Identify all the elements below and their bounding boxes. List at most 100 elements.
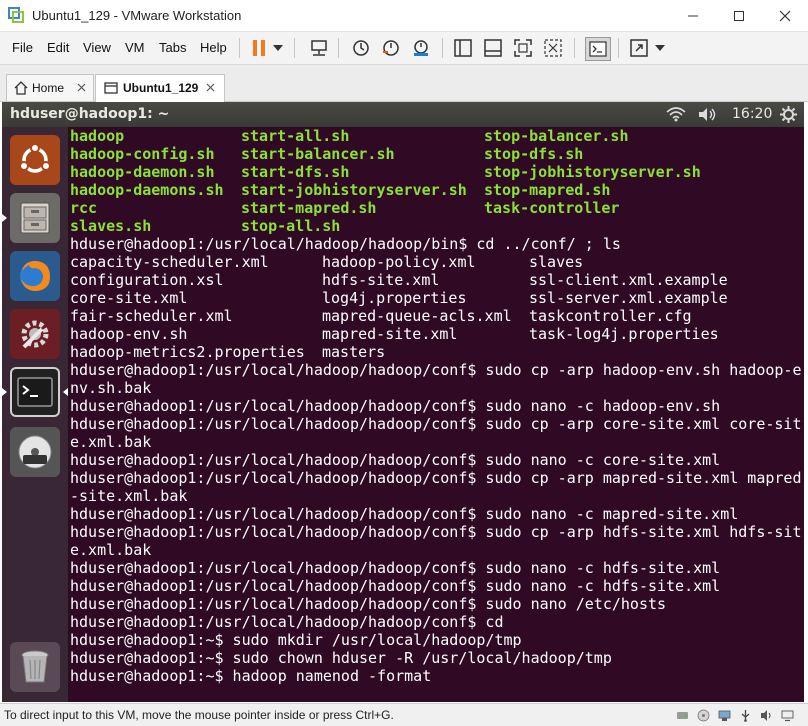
console-view-button[interactable] <box>585 37 611 61</box>
clock-icon <box>353 40 369 56</box>
launcher-running-indicator <box>2 214 7 222</box>
minimize-button[interactable] <box>670 0 716 31</box>
terminal-line: nv.sh.bak <box>70 379 152 397</box>
window-title: Ubuntu1_129 - VMware Workstation <box>32 8 242 23</box>
tab-home-label: Home <box>32 81 65 95</box>
toolbar-separator <box>574 38 575 58</box>
show-library-button[interactable] <box>452 37 474 59</box>
clock-time[interactable]: 16:20 <box>732 106 772 122</box>
terminal-line: hduser@hadoop1:/usr/local/hadoop/hadoop/… <box>70 505 739 523</box>
bin-file: stop-jobhistoryserver.sh <box>484 163 701 181</box>
menu-help[interactable]: Help <box>200 40 227 55</box>
terminal-line: hduser@hadoop1:/usr/local/hadoop/hadoop/… <box>70 577 721 595</box>
close-icon[interactable] <box>77 83 86 92</box>
conf-file: mapred-site.xml <box>322 325 458 343</box>
sound-card-icon[interactable] <box>760 709 773 722</box>
menu-view[interactable]: View <box>83 40 111 55</box>
conf-file: ssl-server.xml.example <box>529 289 728 307</box>
terminal-output[interactable]: hadoop start-all.sh stop-balancer.sh had… <box>70 127 804 702</box>
gear-icon[interactable] <box>780 106 797 123</box>
full-screen-button[interactable] <box>512 37 534 59</box>
bottom-panel-icon <box>484 39 502 57</box>
launcher-dvd-button[interactable] <box>10 427 60 477</box>
vm-display[interactable]: hduser@hadoop1: ~ 16:20 hadoop start-all… <box>2 102 804 702</box>
bin-file: stop-all.sh <box>241 217 341 235</box>
snapshot-button[interactable] <box>350 37 372 59</box>
menu-edit[interactable]: Edit <box>47 40 69 55</box>
bin-file: slaves.sh <box>70 217 152 235</box>
usb-device-icon[interactable] <box>739 709 752 722</box>
launcher-running-indicator <box>2 388 7 396</box>
conf-file: hadoop-env.sh <box>70 325 188 343</box>
menu-vm[interactable]: VM <box>125 40 145 55</box>
conf-file: ssl-client.xml.example <box>529 271 728 289</box>
menu-file[interactable]: File <box>12 40 33 55</box>
unity-button[interactable] <box>542 37 564 59</box>
console-icon <box>589 41 607 57</box>
stretch-guest-button[interactable] <box>628 37 650 59</box>
send-ctrl-alt-del-button[interactable] <box>308 37 330 59</box>
terminal-line: hduser@hadoop1:/usr/local/hadoop/hadoop/… <box>70 361 802 379</box>
dvd-icon <box>18 435 52 469</box>
launcher-trash-button[interactable] <box>10 642 60 692</box>
network-adapter-icon[interactable] <box>718 709 731 722</box>
show-thumbnail-bar-button[interactable] <box>482 37 504 59</box>
snapshot-manager-button[interactable] <box>410 37 432 59</box>
stretch-dropdown[interactable] <box>652 37 668 59</box>
home-icon <box>14 81 28 95</box>
tab-vm[interactable]: Ubuntu1_129 <box>95 74 225 102</box>
conf-file: hadoop-policy.xml <box>322 253 476 271</box>
menu-tabs[interactable]: Tabs <box>159 40 186 55</box>
ubuntu-logo-icon <box>19 143 51 173</box>
file-cabinet-icon <box>20 202 50 234</box>
terminal-line: hduser@hadoop1:~$ sudo chown hduser -R /… <box>70 649 612 667</box>
tab-home[interactable]: Home <box>6 74 94 101</box>
toolbar-separator <box>294 38 295 58</box>
maximize-button[interactable] <box>716 0 762 31</box>
minimize-icon <box>688 15 698 16</box>
terminal-line: hduser@hadoop1:/usr/local/hadoop/hadoop/… <box>70 397 721 415</box>
launcher-firefox-button[interactable] <box>10 251 60 301</box>
revert-snapshot-button[interactable] <box>380 37 402 59</box>
bin-file: hadoop-config.sh <box>70 145 215 163</box>
power-dropdown[interactable] <box>270 37 286 59</box>
conf-file: configuration.xsl <box>70 271 224 289</box>
stretch-icon <box>630 39 648 57</box>
conf-file: hadoop-metrics2.properties <box>70 343 305 361</box>
ubuntu-top-panel: hduser@hadoop1: ~ 16:20 <box>2 102 804 127</box>
launcher-files-button[interactable] <box>10 193 60 243</box>
conf-file: capacity-scheduler.xml <box>70 253 269 271</box>
volume-icon[interactable] <box>698 107 718 122</box>
suspend-button[interactable] <box>248 37 270 59</box>
cd-drive-icon[interactable] <box>697 709 710 722</box>
launcher-dash-button[interactable] <box>10 135 60 185</box>
terminal-line: e.xml.bak <box>70 433 152 451</box>
launcher-settings-button[interactable] <box>10 309 60 359</box>
wifi-icon[interactable] <box>666 107 686 122</box>
window-title-bar: Ubuntu1_129 - VMware Workstation <box>0 0 808 32</box>
terminal-line: hduser@hadoop1:/usr/local/hadoop/hadoop/… <box>70 595 667 613</box>
bin-file: start-mapred.sh <box>241 199 377 217</box>
conf-file: taskcontroller.cfg <box>529 307 692 325</box>
tab-vm-label: Ubuntu1_129 <box>123 81 199 95</box>
terminal-line: -site.xml.bak <box>70 487 188 505</box>
display-icon[interactable] <box>781 709 794 722</box>
toolbar-separator <box>239 38 240 58</box>
launcher-terminal-button[interactable] <box>10 367 60 417</box>
hard-disk-icon[interactable] <box>676 709 689 722</box>
terminal-window-title: hduser@hadoop1: ~ <box>10 106 170 122</box>
pause-icon <box>253 40 265 56</box>
network-computer-icon <box>311 40 327 56</box>
maximize-icon <box>734 10 744 21</box>
conf-file: core-site.xml <box>70 289 188 307</box>
bin-file: start-balancer.sh <box>241 145 395 163</box>
bin-file: start-jobhistoryserver.sh <box>241 181 467 199</box>
terminal-line: hduser@hadoop1:~$ sudo mkdir /usr/local/… <box>70 631 522 649</box>
status-text: To direct input to this VM, move the mou… <box>4 708 394 722</box>
terminal-line: hduser@hadoop1:/usr/local/hadoop/hadoop/… <box>70 451 721 469</box>
close-button[interactable] <box>762 0 808 31</box>
menu-bar: File Edit View VM Tabs Help <box>0 32 808 65</box>
terminal-icon <box>17 377 53 407</box>
close-icon <box>779 10 791 21</box>
close-icon[interactable] <box>206 83 215 92</box>
